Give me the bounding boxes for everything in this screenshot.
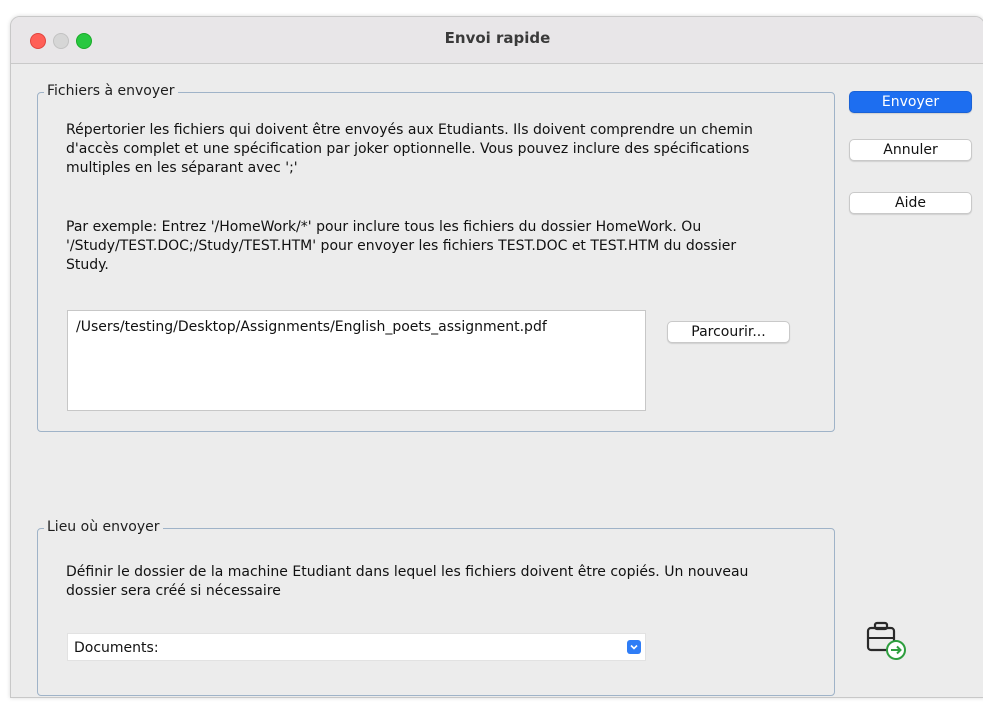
chevron-down-icon[interactable] <box>627 640 641 654</box>
send-location-group: Lieu où envoyer <box>37 519 835 696</box>
destination-folder-select[interactable]: Documents: <box>67 633 646 661</box>
send-kit-icon <box>863 618 907 662</box>
help-button[interactable]: Aide <box>849 192 972 214</box>
send-button[interactable]: Envoyer <box>849 91 972 113</box>
destination-folder-value: Documents: <box>74 640 159 656</box>
title-bar: Envoi rapide <box>11 17 983 64</box>
files-group-label: Fichiers à envoyer <box>44 83 178 99</box>
files-example-line: '/Study/TEST.DOC;/Study/TEST.HTM' pour e… <box>66 238 737 254</box>
browse-button[interactable]: Parcourir... <box>667 321 790 343</box>
quick-send-dialog: Envoi rapide Fichiers à envoyer Répertor… <box>10 16 983 698</box>
file-path-value: /Users/testing/Desktop/Assignments/Engli… <box>76 319 547 335</box>
files-description-line: multiples en les séparant avec ';' <box>66 160 298 176</box>
window-title: Envoi rapide <box>444 29 551 47</box>
cancel-button[interactable]: Annuler <box>849 139 972 161</box>
files-example-line: Study. <box>66 257 109 273</box>
location-description: Définir le dossier de la machine Etudian… <box>66 563 748 601</box>
files-description: Répertorier les fichiers qui doivent êtr… <box>66 121 753 178</box>
location-group-label: Lieu où envoyer <box>44 519 163 535</box>
files-example: Par exemple: Entrez '/HomeWork/*' pour i… <box>66 218 736 275</box>
file-path-input[interactable]: /Users/testing/Desktop/Assignments/Engli… <box>67 310 646 411</box>
location-description-line: dossier sera créé si nécessaire <box>66 583 281 599</box>
files-example-line: Par exemple: Entrez '/HomeWork/*' pour i… <box>66 219 702 235</box>
files-description-line: d'accès complet et une spécification par… <box>66 141 750 157</box>
location-description-line: Définir le dossier de la machine Etudian… <box>66 564 749 580</box>
files-description-line: Répertorier les fichiers qui doivent êtr… <box>66 122 753 138</box>
